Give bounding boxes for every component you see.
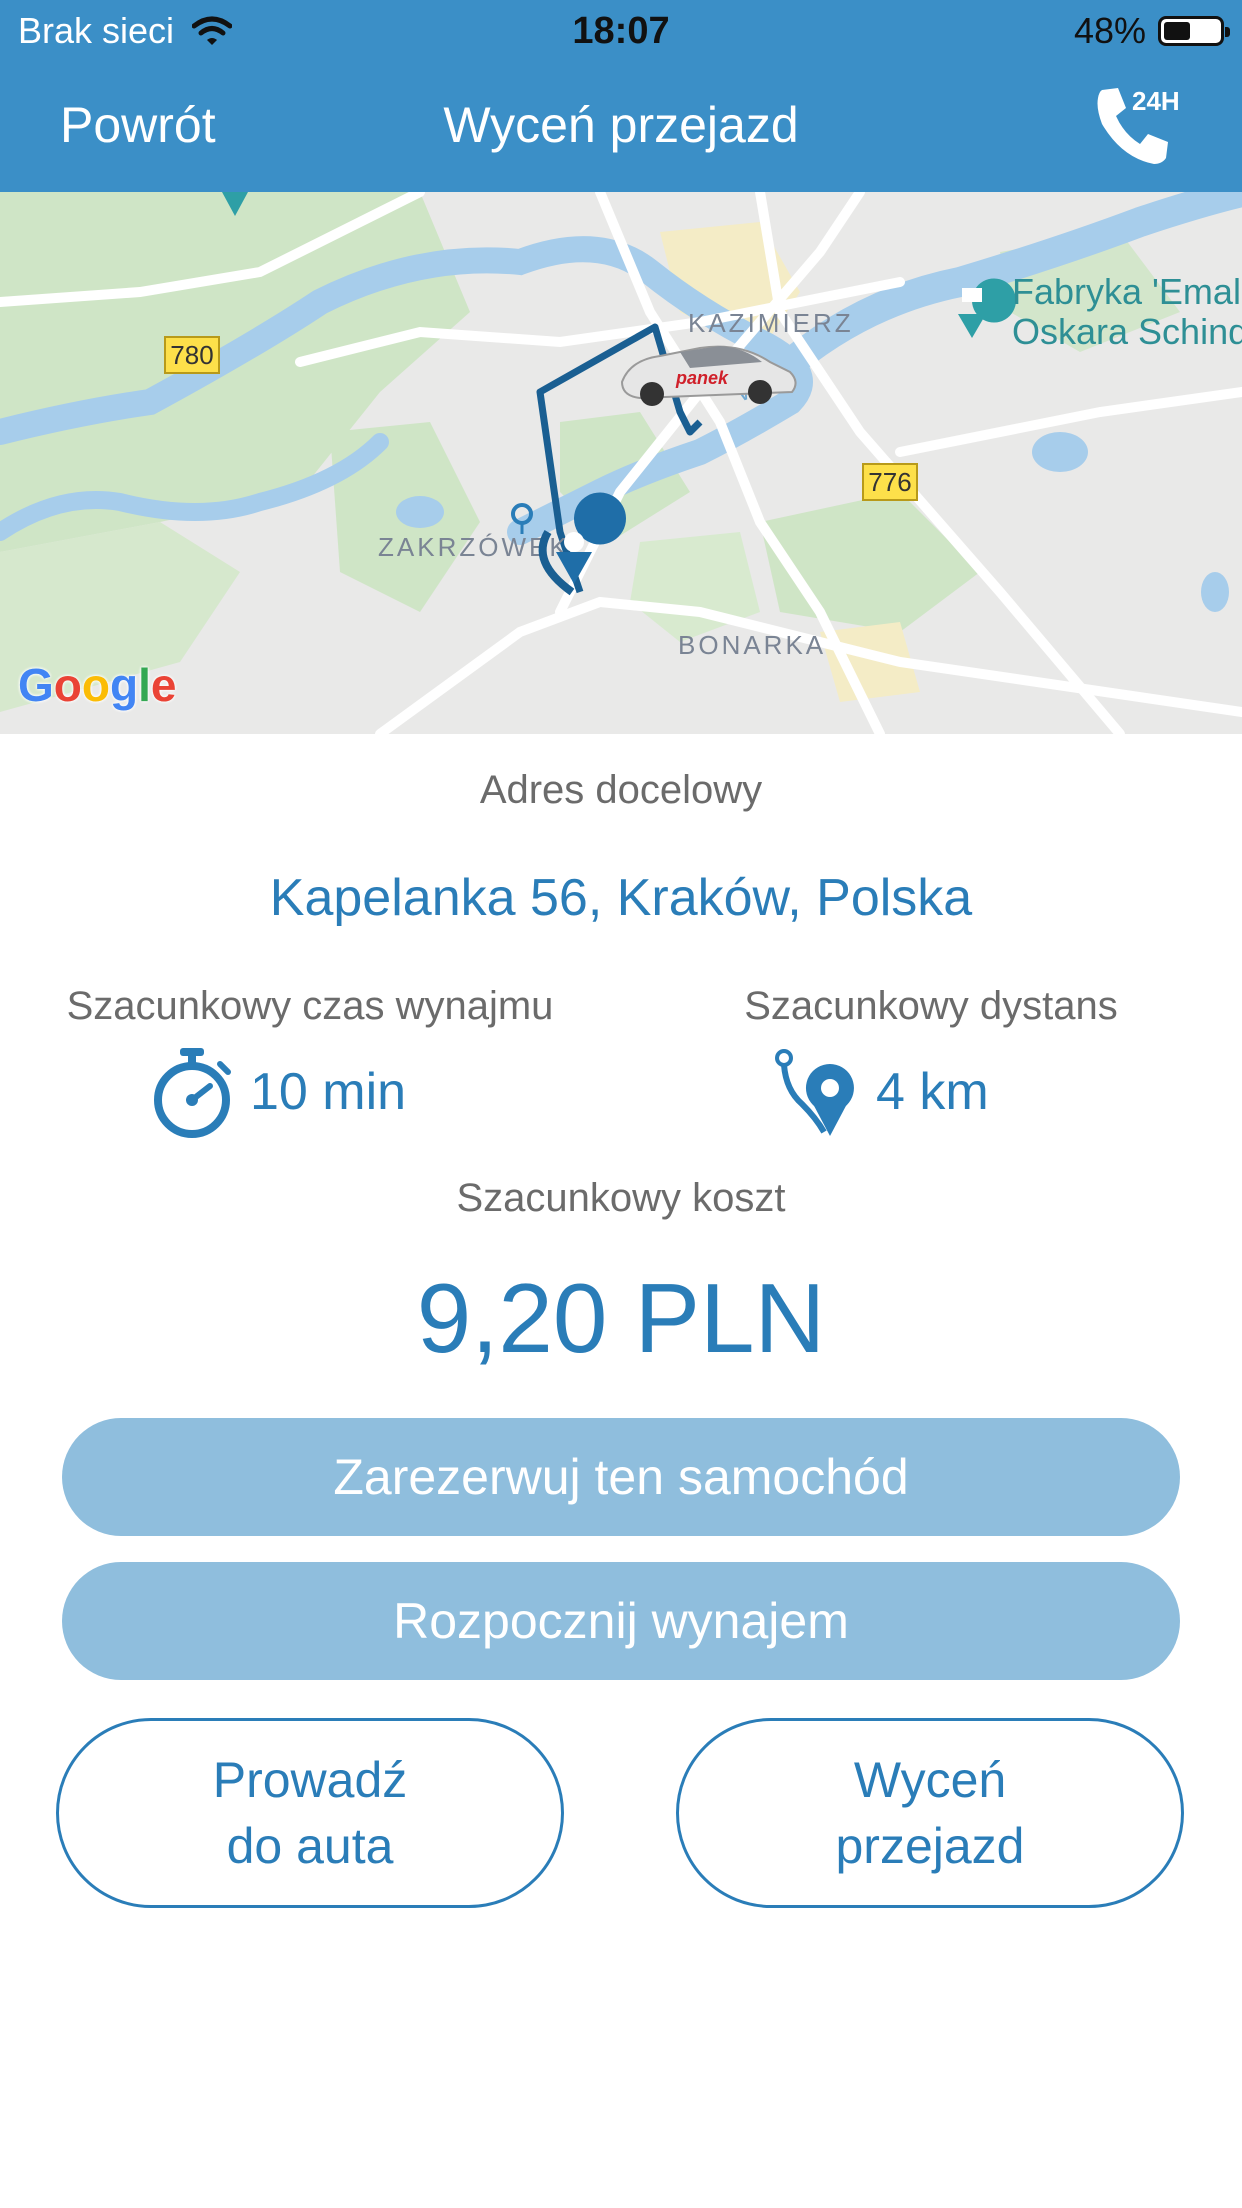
price-line1: Wyceń: [853, 1752, 1007, 1808]
map-poi-line2: Oskara Schind: [1012, 311, 1242, 352]
destination-label: Adres docelowy: [479, 768, 763, 812]
battery-icon: [1158, 16, 1230, 46]
distance-label: Szacunkowy dystans: [744, 984, 1118, 1028]
time-label: Szacunkowy czas wynajmu: [66, 984, 554, 1028]
start-rental-button[interactable]: Rozpocznij wynajem: [62, 1562, 1180, 1680]
distance-block: 4 km: [772, 1046, 989, 1138]
map-label-bonarka: BONARKA: [678, 630, 826, 660]
distance-value: 4 km: [876, 1063, 989, 1121]
header-bar: Brak sieci 18:07 48% Powrót Wyceń przeja…: [0, 0, 1242, 192]
battery-percent: 48%: [1073, 10, 1146, 51]
status-time: 18:07: [572, 10, 670, 52]
time-block: 10 min: [150, 1046, 406, 1138]
price-ride-button[interactable]: Wyceń przejazd: [676, 1718, 1184, 1908]
reserve-car-button[interactable]: Zarezerwuj ten samochód: [62, 1418, 1180, 1536]
status-battery: 48%: [1073, 10, 1230, 52]
phone-24h-badge: 24H: [1132, 86, 1180, 116]
stopwatch-icon: [154, 1048, 231, 1138]
map-canvas: 780 776 KAZIMIERZ ZAKRZÓWEK BONARKA Wisł…: [0, 192, 1242, 734]
cost-value: 9,20 PLN: [416, 1263, 826, 1373]
route-pin-icon: [775, 1049, 854, 1136]
navigate-line2: do auta: [226, 1818, 394, 1874]
road-780-label: 780: [170, 340, 213, 370]
time-value: 10 min: [250, 1063, 407, 1121]
hotline-24h-button[interactable]: 24H: [1092, 84, 1192, 168]
cost-label: Szacunkowy koszt: [456, 1176, 786, 1220]
road-776-label: 776: [868, 467, 911, 497]
map-label-kazimierz: KAZIMIERZ: [688, 308, 854, 338]
car-brand-label: panek: [675, 368, 729, 388]
destination-address: Kapelanka 56, Kraków, Polska: [269, 869, 973, 927]
price-line2: przejazd: [835, 1818, 1025, 1874]
navigate-line1: Prowadź: [212, 1752, 408, 1808]
navigate-to-car-button[interactable]: Prowadź do auta: [56, 1718, 564, 1908]
map-poi-line1: Fabryka 'Emal: [1012, 271, 1241, 312]
route-map[interactable]: 780 776 KAZIMIERZ ZAKRZÓWEK BONARKA Wisł…: [0, 192, 1242, 734]
google-logo: Google: [18, 659, 177, 711]
page-title: Wyceń przejazd: [443, 97, 799, 153]
